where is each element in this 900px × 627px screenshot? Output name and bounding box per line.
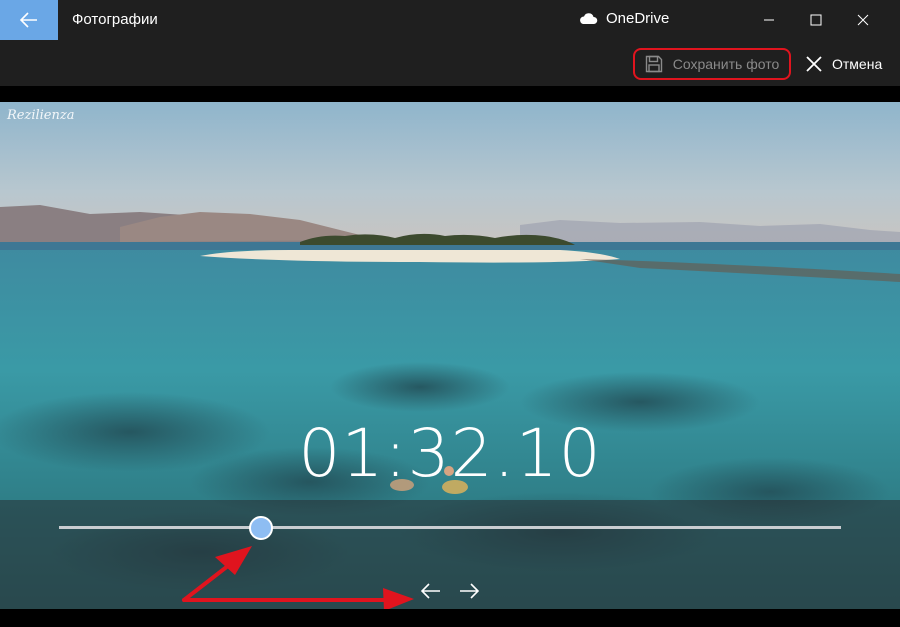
video-watermark: Rezilienza — [7, 108, 75, 123]
minimize-icon — [764, 19, 774, 21]
timecode-display: 01:32.10 — [298, 415, 602, 492]
playback-controls-band — [0, 500, 900, 609]
title-bar: Фотографии OneDrive — [0, 0, 900, 40]
onedrive-label: OneDrive — [606, 10, 670, 27]
cloud-icon — [580, 12, 598, 24]
save-photo-label: Сохранить фото — [672, 56, 780, 72]
close-icon — [857, 14, 869, 26]
back-arrow-icon — [20, 12, 37, 28]
back-button[interactable] — [0, 0, 58, 40]
maximize-button[interactable] — [793, 0, 839, 40]
save-photo-button[interactable]: Сохранить фото — [633, 48, 791, 80]
floppy-disk-icon — [645, 55, 662, 73]
previous-frame-button[interactable] — [420, 580, 442, 602]
arrow-left-icon — [421, 583, 440, 599]
timeline-slider-thumb[interactable] — [248, 516, 273, 540]
letterbox-bottom — [0, 609, 900, 627]
minimize-button[interactable] — [746, 0, 792, 40]
close-x-icon — [806, 56, 822, 72]
close-window-button[interactable] — [840, 0, 886, 40]
next-frame-button[interactable] — [458, 580, 480, 602]
onedrive-indicator[interactable]: OneDrive — [578, 10, 669, 27]
app-title: Фотографии — [72, 11, 158, 28]
timeline-slider-track[interactable] — [59, 526, 841, 529]
maximize-icon — [810, 14, 822, 26]
cancel-label: Отмена — [832, 56, 883, 72]
arrow-right-icon — [460, 583, 479, 599]
letterbox-top — [0, 86, 900, 102]
cancel-button[interactable]: Отмена — [806, 50, 882, 78]
